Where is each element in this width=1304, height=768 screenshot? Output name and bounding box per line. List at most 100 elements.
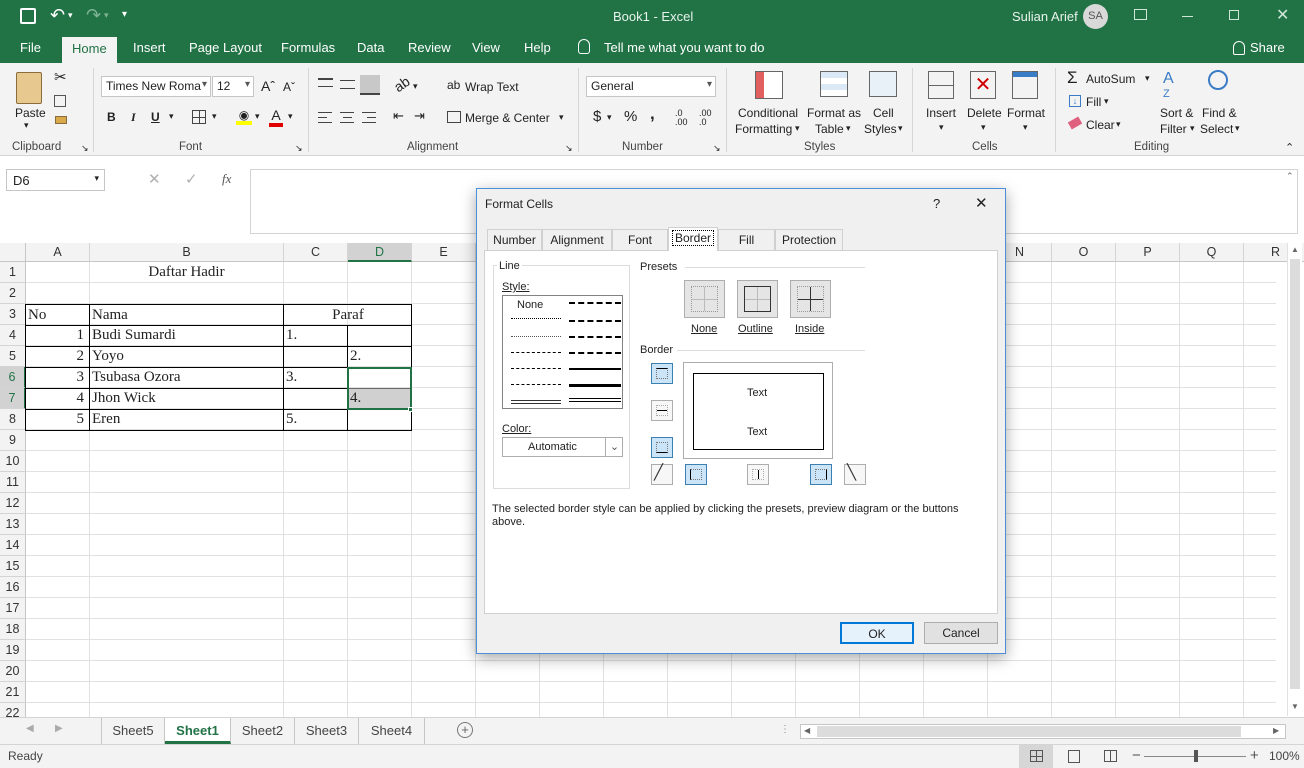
increase-decimal-icon[interactable]: .0.00 xyxy=(675,109,688,127)
new-sheet-icon[interactable]: + xyxy=(457,722,473,738)
row-header-10[interactable]: 10 xyxy=(0,451,26,472)
currency-dropdown-icon[interactable]: ▾ xyxy=(607,112,612,123)
orientation-dropdown-icon[interactable]: ▾ xyxy=(413,81,418,92)
delete-cells-button[interactable]: Delete xyxy=(967,106,1002,120)
dialog-tab-font[interactable]: Font xyxy=(612,229,668,250)
decrease-decimal-icon[interactable]: .00.0 xyxy=(699,109,712,127)
line-style-none[interactable]: None xyxy=(517,299,543,311)
vertical-scrollbar[interactable]: ▲ ▼ xyxy=(1287,243,1302,716)
bottom-align-icon[interactable] xyxy=(360,75,380,95)
insert-function-icon[interactable]: fx xyxy=(222,171,231,187)
increase-indent-icon[interactable]: ⇥ xyxy=(414,108,425,124)
line-style-dashed[interactable] xyxy=(511,384,561,385)
sort-filter-label-2[interactable]: Filter xyxy=(1160,122,1187,136)
format-as-table-label-2[interactable]: Table xyxy=(815,122,844,136)
dialog-tab-number[interactable]: Number xyxy=(487,229,542,250)
cell-title[interactable]: Daftar Hadir xyxy=(90,262,283,283)
page-layout-view-icon[interactable] xyxy=(1068,750,1080,763)
cell-header-paraf[interactable]: Paraf xyxy=(284,305,412,326)
column-header-e[interactable]: E xyxy=(412,243,476,262)
expand-formula-icon[interactable]: ⌃ xyxy=(1286,171,1294,182)
cancel-button[interactable]: Cancel xyxy=(924,622,998,644)
cell-d[interactable] xyxy=(350,367,410,388)
line-style-hair[interactable] xyxy=(511,318,561,319)
row-header-5[interactable]: 5 xyxy=(0,346,26,367)
confirm-entry-icon[interactable]: ✓ xyxy=(185,170,198,188)
sheet-tab-sheet5[interactable]: Sheet5 xyxy=(101,718,165,744)
cell-styles-label-2[interactable]: Styles xyxy=(864,122,897,136)
vertical-scroll-thumb[interactable] xyxy=(1290,259,1300,689)
insert-dropdown-icon[interactable]: ▾ xyxy=(939,122,944,133)
ribbon-display-icon[interactable] xyxy=(1134,9,1147,20)
horizontal-scroll-thumb[interactable] xyxy=(817,726,1241,737)
cell-header-no[interactable]: No xyxy=(28,305,46,326)
comma-button[interactable]: , xyxy=(650,104,655,124)
line-style-thick[interactable] xyxy=(569,384,621,387)
scroll-right-icon[interactable]: ▶ xyxy=(1273,726,1279,735)
cancel-entry-icon[interactable]: ✕ xyxy=(148,170,161,188)
conditional-formatting-dropdown-icon[interactable]: ▾ xyxy=(795,123,800,134)
font-name-dropdown[interactable]: Times New Roma xyxy=(101,76,211,97)
undo-icon[interactable]: ↶ xyxy=(50,5,65,26)
merge-dropdown-icon[interactable]: ▾ xyxy=(559,112,564,123)
tab-data[interactable]: Data xyxy=(357,40,384,55)
underline-dropdown-icon[interactable]: ▾ xyxy=(169,111,174,122)
row-header-7[interactable]: 7 xyxy=(0,388,26,409)
scroll-up-icon[interactable]: ▲ xyxy=(1291,245,1299,254)
paste-button[interactable]: Paste xyxy=(15,106,46,120)
align-right-icon[interactable] xyxy=(362,112,376,123)
autosum-button[interactable]: AutoSum xyxy=(1086,72,1135,86)
row-header-18[interactable]: 18 xyxy=(0,619,26,640)
tab-review[interactable]: Review xyxy=(408,40,451,55)
bold-button[interactable]: B xyxy=(107,110,116,124)
preset-inside-button[interactable] xyxy=(790,280,831,318)
line-style-slant-dash-dot[interactable] xyxy=(569,320,621,322)
clear-button[interactable]: Clear xyxy=(1086,118,1115,132)
top-align-icon[interactable] xyxy=(318,78,333,87)
row-header-15[interactable]: 15 xyxy=(0,556,26,577)
format-painter-icon[interactable] xyxy=(55,116,67,124)
line-style-medium[interactable] xyxy=(569,368,621,370)
format-cells-button[interactable]: Format xyxy=(1007,106,1045,120)
decrease-font-icon[interactable]: Aˇ xyxy=(283,80,295,94)
dialog-tab-alignment[interactable]: Alignment xyxy=(542,229,612,250)
number-launcher-icon[interactable]: ↘ xyxy=(713,143,721,154)
select-all-corner[interactable] xyxy=(0,243,26,262)
avatar[interactable]: SA xyxy=(1083,4,1108,29)
scroll-left-icon[interactable]: ◀ xyxy=(804,726,810,735)
decrease-indent-icon[interactable]: ⇤ xyxy=(393,108,404,124)
dialog-tab-fill[interactable]: Fill xyxy=(718,229,775,250)
row-header-12[interactable]: 12 xyxy=(0,493,26,514)
find-select-label-2[interactable]: Select xyxy=(1200,122,1233,136)
cut-icon[interactable]: ✂ xyxy=(54,68,67,86)
tab-home[interactable]: Home xyxy=(62,37,117,63)
font-color-icon[interactable]: A xyxy=(269,107,283,127)
line-style-dash-dot[interactable] xyxy=(511,368,561,369)
number-format-dropdown[interactable]: General xyxy=(586,76,716,97)
share-button[interactable]: Share xyxy=(1250,40,1285,55)
redo-dropdown-icon[interactable]: ▾ xyxy=(104,10,109,21)
row-header-22[interactable]: 22 xyxy=(0,703,26,717)
cell-d[interactable]: 2. xyxy=(350,346,410,367)
find-dropdown-icon[interactable]: ▾ xyxy=(1235,123,1240,134)
cell-c[interactable]: 3. xyxy=(286,367,346,388)
insert-cells-button[interactable]: Insert xyxy=(926,106,956,120)
column-header-c[interactable]: C xyxy=(284,243,348,262)
column-header-d[interactable]: D xyxy=(348,243,412,262)
line-style-medium-dash-dot-dot[interactable] xyxy=(569,302,621,304)
autosum-dropdown-icon[interactable]: ▾ xyxy=(1145,73,1150,84)
border-preview[interactable]: Text Text xyxy=(683,362,833,459)
cell-d[interactable] xyxy=(350,325,410,346)
cell-no[interactable]: 3 xyxy=(26,367,86,388)
row-header-9[interactable]: 9 xyxy=(0,430,26,451)
clear-dropdown-icon[interactable]: ▾ xyxy=(1116,119,1121,130)
zoom-in-icon[interactable]: + xyxy=(1250,747,1259,764)
format-dropdown-icon[interactable]: ▾ xyxy=(1023,122,1028,133)
cell-no[interactable]: 4 xyxy=(26,388,86,409)
row-header-4[interactable]: 4 xyxy=(0,325,26,346)
sort-filter-label-1[interactable]: Sort & xyxy=(1160,106,1193,120)
next-sheet-icon[interactable]: ▶ xyxy=(55,723,63,734)
clipboard-launcher-icon[interactable]: ↘ xyxy=(81,143,89,154)
italic-button[interactable]: I xyxy=(131,110,136,125)
sheet-tab-sheet2[interactable]: Sheet2 xyxy=(231,718,295,744)
